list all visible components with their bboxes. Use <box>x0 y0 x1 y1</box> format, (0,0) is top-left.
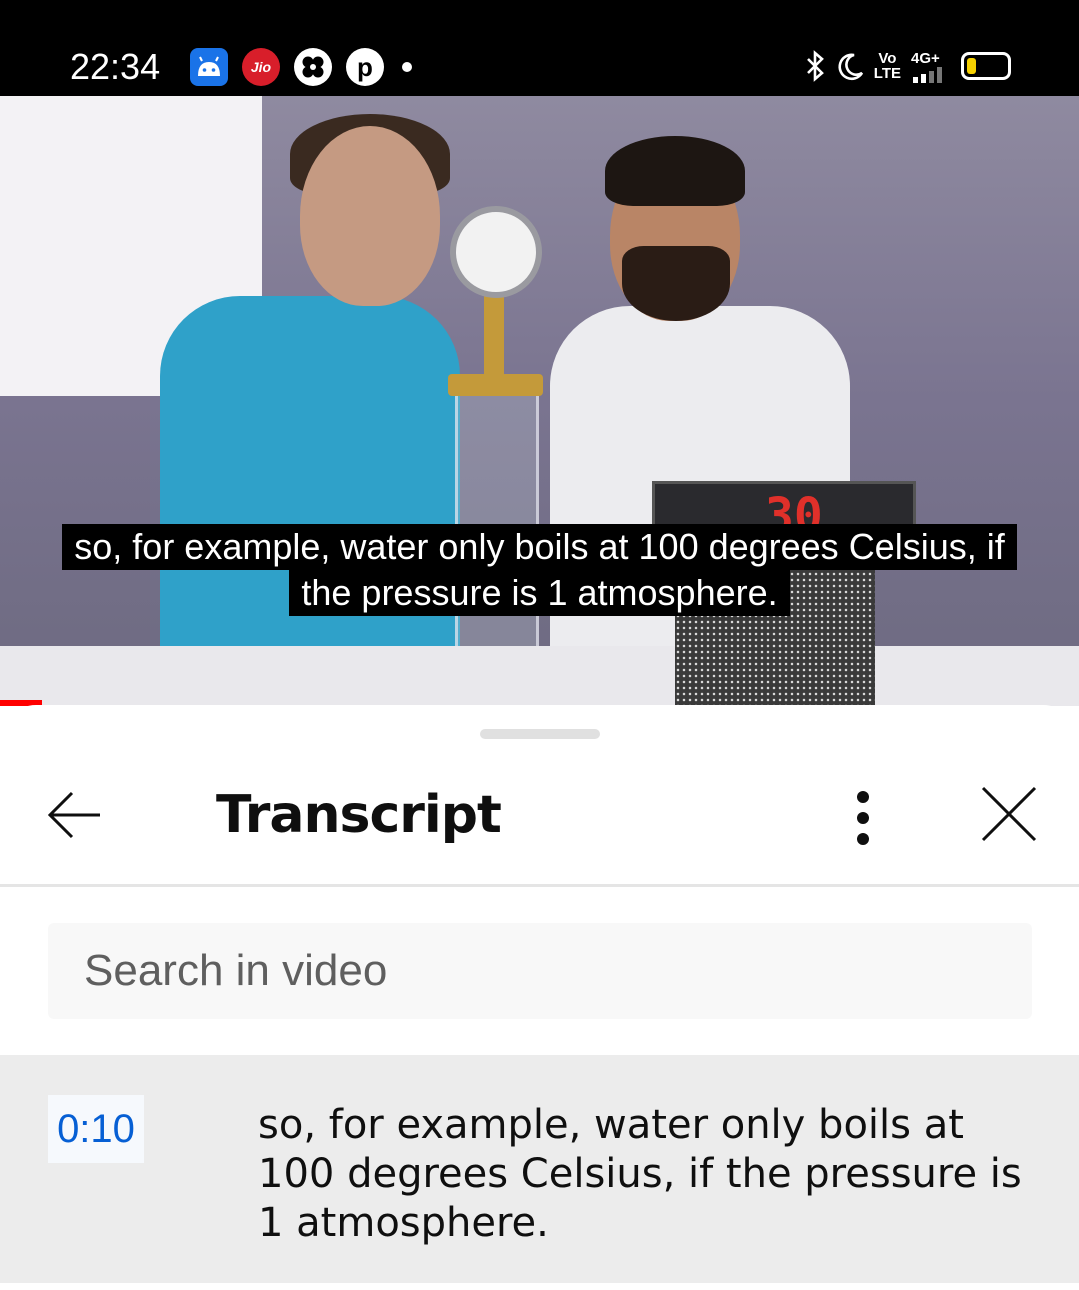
drag-handle[interactable] <box>480 729 600 739</box>
pinterest-icon: p <box>346 48 384 86</box>
video-person-right-beard <box>622 246 730 321</box>
video-player[interactable]: 30 so, for example, water only boils at … <box>0 96 1079 706</box>
video-pipe <box>484 291 504 381</box>
caption-line-2: the pressure is 1 atmosphere. <box>289 570 790 616</box>
signal-4g-icon <box>913 66 942 83</box>
segment-text: so, for example, water only boils at 100… <box>258 1102 1022 1246</box>
volte-top: Vo <box>878 50 897 67</box>
volte-icon: Vo LTE <box>874 51 901 81</box>
volte-bottom: LTE <box>873 65 901 82</box>
close-button[interactable] <box>975 780 1043 848</box>
transcript-segment[interactable]: 0:10 so, for example, water only boils a… <box>0 1055 1079 1283</box>
more-vert-icon <box>857 791 869 845</box>
jio-icon: Jio <box>242 48 280 86</box>
close-icon <box>981 786 1037 842</box>
search-input[interactable] <box>48 923 1032 1019</box>
video-person-left <box>160 296 460 676</box>
status-right-icons: Vo LTE 4G+ <box>804 46 1011 86</box>
more-options-button[interactable] <box>838 783 888 853</box>
battery-icon <box>961 52 1011 80</box>
android-icon <box>190 48 228 86</box>
notification-dot-icon <box>402 62 412 72</box>
header-divider <box>0 884 1079 887</box>
bluetooth-icon <box>806 50 824 82</box>
video-person-right-hair <box>605 136 745 206</box>
moon-icon <box>838 53 863 81</box>
caption-line-1: so, for example, water only boils at 100… <box>62 524 1017 570</box>
transcript-panel: Transcript 0:10 so, for example, water o… <box>0 705 1079 1290</box>
video-captions: so, for example, water only boils at 100… <box>0 524 1079 616</box>
video-pressure-gauge <box>450 206 542 298</box>
video-person-left-head <box>300 126 440 306</box>
status-bar: 22:34 Jio p Vo LTE 4G+ <box>0 0 1079 96</box>
clover-icon <box>294 48 332 86</box>
back-button[interactable] <box>40 780 110 850</box>
arrow-left-icon <box>47 791 100 839</box>
panel-title: Transcript <box>216 785 502 845</box>
segment-timestamp[interactable]: 0:10 <box>48 1095 144 1163</box>
status-time: 22:34 <box>70 46 161 87</box>
video-table <box>0 646 1079 706</box>
network-type: 4G+ <box>911 49 940 67</box>
